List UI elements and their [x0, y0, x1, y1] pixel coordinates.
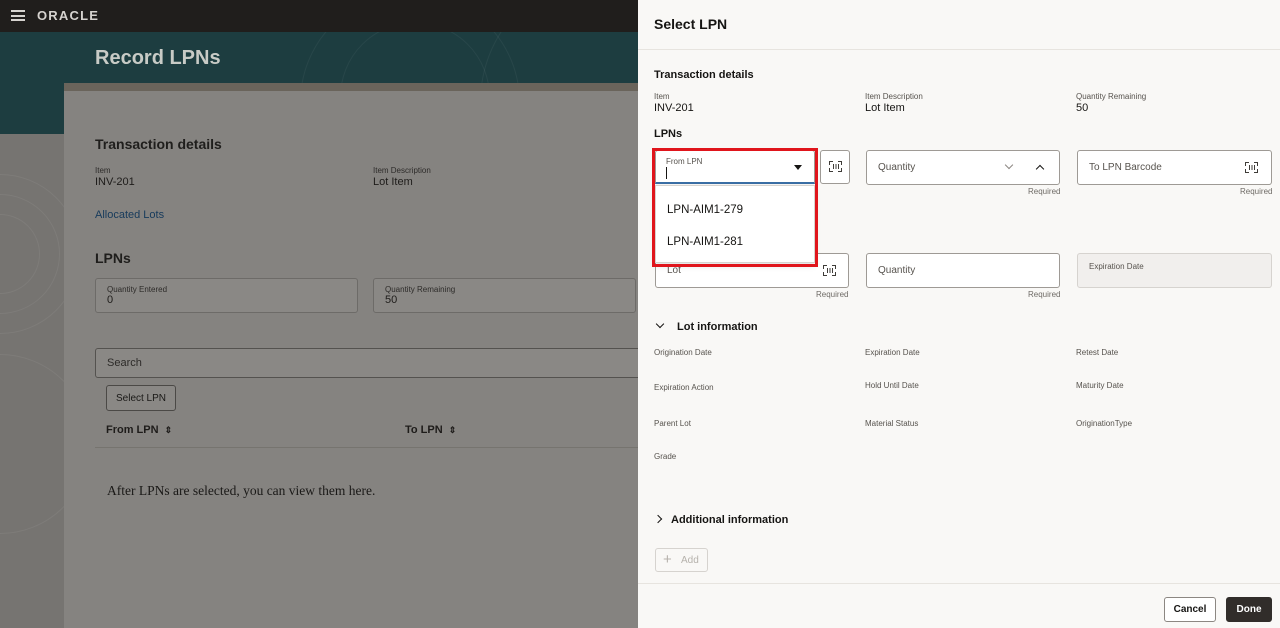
grade-label: Grade [654, 452, 677, 461]
origination-type-label: OriginationType [1076, 419, 1133, 428]
lot-quantity-required-hint: Required [1028, 290, 1061, 299]
lot-information-heading[interactable]: Lot information [677, 321, 758, 333]
expiration-date-field: Expiration Date [1077, 253, 1272, 288]
drawer-quantity-remaining-label: Quantity Remaining [1076, 92, 1147, 101]
oracle-logo: ORACLE [37, 8, 100, 23]
parent-lot-label: Parent Lot [654, 419, 691, 428]
barcode-scan-icon[interactable] [823, 265, 836, 276]
hold-until-date-label: Hold Until Date [865, 381, 919, 390]
drawer-item-description-label: Item Description [865, 92, 923, 101]
expiration-action-label: Expiration Action [654, 383, 714, 392]
select-lpn-drawer: Select LPN [638, 0, 1280, 628]
add-button[interactable]: + Add [655, 548, 708, 572]
table-divider [95, 447, 640, 448]
hamburger-menu-icon[interactable] [11, 10, 25, 21]
lot-quantity-field[interactable]: Quantity [866, 253, 1060, 288]
to-lpn-placeholder: To LPN Barcode [1089, 162, 1162, 173]
item-description-label: Item Description [373, 166, 431, 175]
lot-quantity-placeholder: Quantity [878, 265, 916, 276]
column-to-lpn-label: To LPN [405, 424, 443, 436]
background-decoration [0, 134, 64, 628]
chevron-up-icon[interactable] [1035, 164, 1045, 174]
transaction-details-heading: Transaction details [95, 136, 222, 152]
lpns-heading: LPNs [95, 250, 131, 266]
highlight-annotation-box [652, 148, 818, 267]
search-input[interactable]: Search [95, 348, 655, 378]
quantity-entered-label: Quantity Entered [107, 285, 168, 294]
scan-barcode-button[interactable] [820, 150, 850, 184]
plus-icon: + [663, 551, 672, 568]
sort-icon: ⇕ [164, 425, 173, 435]
allocated-lots-link[interactable]: Allocated Lots [95, 209, 164, 221]
to-lpn-barcode-field[interactable]: To LPN Barcode [1077, 150, 1272, 185]
column-from-lpn-label: From LPN [106, 424, 159, 436]
expiration-date-info-label: Expiration Date [865, 348, 920, 357]
drawer-lpns-heading: LPNs [654, 128, 683, 140]
drawer-title: Select LPN [654, 16, 728, 32]
drawer-header: Select LPN [638, 0, 1280, 50]
drawer-transaction-details-heading: Transaction details [654, 69, 754, 81]
origination-date-label: Origination Date [654, 348, 712, 357]
lot-required-hint: Required [816, 290, 849, 299]
expiration-date-label: Expiration Date [1089, 262, 1144, 271]
to-lpn-required-hint: Required [1240, 187, 1273, 196]
additional-information-heading[interactable]: Additional information [671, 514, 788, 526]
quantity-remaining-label: Quantity Remaining [385, 285, 456, 294]
column-header-to-lpn[interactable]: To LPN ⇕ [405, 424, 456, 436]
chevron-down-icon[interactable] [1004, 160, 1014, 170]
barcode-scan-icon [829, 161, 842, 172]
sort-icon: ⇕ [448, 425, 457, 435]
drawer-item-description-value: Lot Item [865, 102, 905, 114]
cancel-button[interactable]: Cancel [1164, 597, 1216, 622]
quantity-required-hint: Required [1028, 187, 1061, 196]
page-title: Record LPNs [95, 47, 221, 69]
item-label: Item [95, 166, 111, 175]
item-description-value: Lot Item [373, 176, 413, 188]
quantity-placeholder: Quantity [878, 162, 916, 173]
material-status-label: Material Status [865, 419, 919, 428]
quantity-stepper[interactable]: Quantity [866, 150, 1060, 185]
hero-decoration [64, 83, 640, 91]
drawer-item-value: INV-201 [654, 102, 694, 114]
item-value: INV-201 [95, 176, 135, 188]
empty-state-message: After LPNs are selected, you can view th… [107, 483, 376, 498]
quantity-remaining-box: Quantity Remaining 50 [373, 278, 636, 313]
retest-date-label: Retest Date [1076, 348, 1119, 357]
maturity-date-label: Maturity Date [1076, 381, 1124, 390]
quantity-entered-box: Quantity Entered 0 [95, 278, 358, 313]
select-lpn-button[interactable]: Select LPN [106, 385, 176, 411]
quantity-remaining-value: 50 [385, 294, 398, 306]
add-button-label: Add [681, 555, 699, 566]
barcode-scan-icon[interactable] [1245, 162, 1258, 173]
done-button[interactable]: Done [1226, 597, 1272, 622]
drawer-item-label: Item [654, 92, 670, 101]
drawer-quantity-remaining-value: 50 [1076, 102, 1089, 114]
column-header-from-lpn[interactable]: From LPN ⇕ [106, 424, 172, 436]
quantity-entered-value: 0 [107, 294, 114, 306]
